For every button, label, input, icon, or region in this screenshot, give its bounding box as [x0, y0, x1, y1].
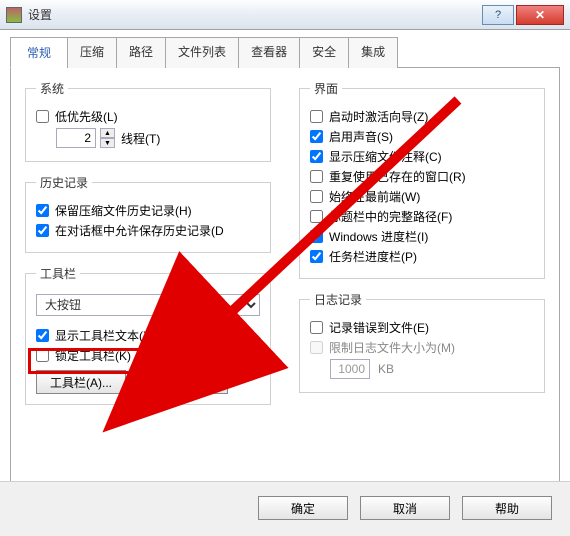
- tab-paths[interactable]: 路径: [116, 37, 166, 68]
- checkbox-save-history-dialog[interactable]: 在对话框中允许保存历史记录(D: [36, 222, 260, 239]
- log-limit-input: [330, 359, 370, 379]
- help-button-footer[interactable]: 帮助: [462, 496, 552, 520]
- tab-viewer[interactable]: 查看器: [238, 37, 300, 68]
- checkbox-keep-archive-history[interactable]: 保留压缩文件历史记录(H): [36, 202, 260, 219]
- legend-system: 系统: [36, 80, 68, 97]
- group-log: 日志记录 记录错误到文件(E) 限制日志文件大小为(M) KB: [299, 291, 545, 393]
- legend-log: 日志记录: [310, 291, 366, 308]
- threads-label: 线程(T): [121, 130, 160, 147]
- threads-input[interactable]: [56, 128, 96, 148]
- tab-general[interactable]: 常规: [10, 37, 68, 68]
- toolbar-style-select[interactable]: 大按钮: [36, 294, 260, 316]
- checkbox-show-toolbar-text[interactable]: 显示工具栏文本(X): [36, 327, 260, 344]
- group-system: 系统 低优先级(L) ▲▼ 线程(T): [25, 80, 271, 162]
- checkbox-taskbar-progress[interactable]: 任务栏进度栏(P): [310, 248, 534, 265]
- group-history: 历史记录 保留压缩文件历史记录(H) 在对话框中允许保存历史记录(D: [25, 174, 271, 253]
- buttons-config-button[interactable]: 按钮(U)...: [138, 370, 228, 394]
- cancel-button[interactable]: 取消: [360, 496, 450, 520]
- threads-spinner[interactable]: ▲▼: [100, 128, 115, 148]
- tab-filelist[interactable]: 文件列表: [165, 37, 239, 68]
- checkbox-reuse-window[interactable]: 重复使用已存在的窗口(R): [310, 168, 534, 185]
- window-title: 设置: [28, 6, 52, 23]
- group-toolbar: 工具栏 大按钮 显示工具栏文本(X) 锁定工具栏(K) 工具栏(A)... 按钮…: [25, 265, 271, 405]
- checkbox-low-priority[interactable]: 低优先级(L): [36, 108, 260, 125]
- checkbox-limit-log: 限制日志文件大小为(M): [310, 339, 534, 356]
- checkbox-show-comment[interactable]: 显示压缩文件注释(C): [310, 148, 534, 165]
- legend-history: 历史记录: [36, 174, 92, 191]
- log-limit-unit: KB: [378, 362, 394, 376]
- close-button[interactable]: ✕: [516, 5, 564, 25]
- group-interface: 界面 启动时激活向导(Z) 启用声音(S) 显示压缩文件注释(C) 重复使用已存…: [299, 80, 545, 279]
- toolbar-config-button[interactable]: 工具栏(A)...: [36, 370, 126, 394]
- save-history-dialog-input[interactable]: [36, 224, 49, 237]
- checkbox-wizard-on-start[interactable]: 启动时激活向导(Z): [310, 108, 534, 125]
- checkbox-enable-sound[interactable]: 启用声音(S): [310, 128, 534, 145]
- tab-compression[interactable]: 压缩: [67, 37, 117, 68]
- app-icon: [6, 7, 22, 23]
- titlebar: 设置 ? ✕: [0, 0, 570, 30]
- checkbox-full-path-title[interactable]: 标题栏中的完整路径(F): [310, 208, 534, 225]
- show-toolbar-text-input[interactable]: [36, 329, 49, 342]
- tab-security[interactable]: 安全: [299, 37, 349, 68]
- tab-panel: 系统 低优先级(L) ▲▼ 线程(T) 历史记录 保留压缩文件历史记录(H): [10, 67, 560, 503]
- tab-integration[interactable]: 集成: [348, 37, 398, 68]
- dialog-footer: 确定 取消 帮助: [0, 481, 570, 536]
- checkbox-always-on-top[interactable]: 始终在最前端(W): [310, 188, 534, 205]
- checkbox-lock-toolbar[interactable]: 锁定工具栏(K): [36, 347, 260, 364]
- tab-strip: 常规 压缩 路径 文件列表 查看器 安全 集成: [10, 36, 560, 67]
- keep-archive-history-input[interactable]: [36, 204, 49, 217]
- checkbox-log-errors[interactable]: 记录错误到文件(E): [310, 319, 534, 336]
- help-button[interactable]: ?: [482, 5, 514, 25]
- legend-interface: 界面: [310, 80, 342, 97]
- low-priority-input[interactable]: [36, 110, 49, 123]
- ok-button[interactable]: 确定: [258, 496, 348, 520]
- lock-toolbar-input[interactable]: [36, 349, 49, 362]
- legend-toolbar: 工具栏: [36, 265, 80, 282]
- checkbox-windows-progress[interactable]: Windows 进度栏(I): [310, 228, 534, 245]
